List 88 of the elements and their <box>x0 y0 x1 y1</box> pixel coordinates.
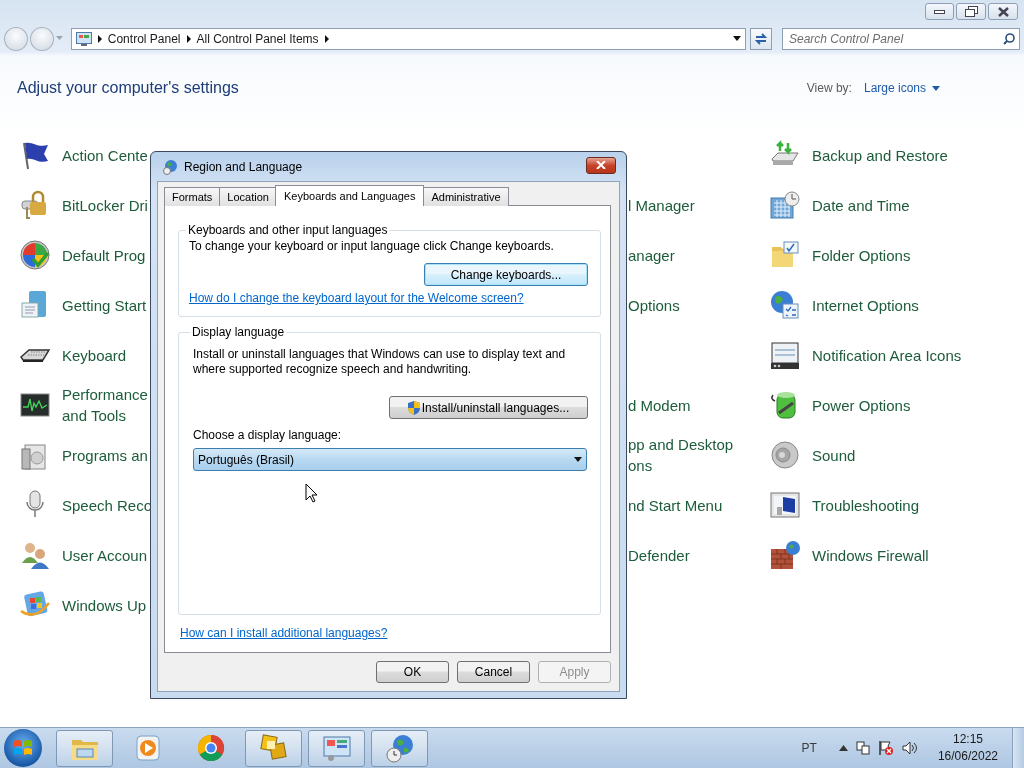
minimize-button[interactable] <box>925 3 954 20</box>
address-bar[interactable]: Control Panel All Control Panel Items <box>70 27 747 50</box>
calendar-icon[interactable] <box>768 189 802 221</box>
chevron-icon[interactable] <box>186 34 191 43</box>
search-icon[interactable] <box>1003 32 1015 45</box>
cursor-icon <box>305 483 318 503</box>
applet-link[interactable]: Notification Area Icons <box>812 344 962 366</box>
dialog-button[interactable]: OK <box>376 661 449 683</box>
applet-link[interactable]: Options <box>628 294 680 316</box>
caret-icon[interactable] <box>733 36 742 41</box>
minimize-icon <box>934 9 945 14</box>
taskbar-button[interactable] <box>308 729 365 767</box>
close-button[interactable] <box>988 3 1018 20</box>
applet-link[interactable]: Programs an <box>62 444 148 466</box>
refresh-icon <box>754 31 768 46</box>
applet-link[interactable]: BitLocker Dri <box>62 194 148 216</box>
dialog-button[interactable]: Cancel <box>457 661 530 683</box>
applet-link[interactable]: Windows Firewall <box>812 544 929 566</box>
applet-link[interactable]: pp and Desktop ons <box>628 434 734 476</box>
applet-link[interactable]: d Modem <box>628 394 691 416</box>
caret-icon <box>932 85 940 91</box>
clock[interactable]: 12:15 16/06/2022 <box>937 731 998 765</box>
applet-link[interactable]: User Accoun <box>62 544 148 566</box>
action-button[interactable]: Install/uninstall languages... <box>389 396 588 419</box>
instruction-text: Install or uninstall languages that Windows can use to display text and where supported recognize speech and handwriting. <box>193 347 567 377</box>
brick-wall-icon[interactable] <box>768 539 802 571</box>
maximize-button[interactable] <box>956 3 986 20</box>
group-title: Display language <box>191 325 286 339</box>
shield-icon <box>407 400 420 415</box>
breadcrumb-link[interactable]: Control Panel <box>107 31 181 46</box>
applet-link[interactable]: Windows Up <box>62 594 147 616</box>
globe-icon[interactable] <box>768 289 802 321</box>
field-label: Choose a display language: <box>193 428 343 442</box>
applet-link[interactable]: Keyboard <box>62 344 127 366</box>
control-panel-icon <box>75 31 92 46</box>
search-field[interactable]: Search Control Panel <box>782 27 1020 50</box>
windows-logo-icon <box>13 738 33 758</box>
monitor-icon[interactable] <box>768 489 802 521</box>
taskbar-button[interactable] <box>371 729 428 767</box>
start-button[interactable] <box>4 729 42 767</box>
action-button[interactable]: Change keyboards... <box>424 263 588 286</box>
chevron-icon[interactable] <box>97 34 102 43</box>
applet-link[interactable]: Backup and Restore <box>812 144 948 166</box>
applet-link[interactable]: l Manager <box>628 194 695 216</box>
caret-icon <box>574 457 582 462</box>
close-button[interactable] <box>586 156 616 174</box>
applet-link[interactable]: Internet Options <box>812 294 919 316</box>
breadcrumb-link[interactable]: All Control Panel Items <box>196 31 319 46</box>
group-title: Keyboards and other input languages <box>187 223 389 237</box>
globe-clock-icon <box>383 732 416 764</box>
globe-icon <box>162 158 178 175</box>
tab[interactable]: Keyboards and Languages <box>274 185 425 206</box>
instruction-text: To change your keyboard or input language click Change keyboards. <box>189 239 555 254</box>
tab[interactable]: Administrative <box>423 187 509 206</box>
applet-link[interactable]: nd Start Menu <box>628 494 723 516</box>
applet-link[interactable]: Action Cente <box>62 144 148 166</box>
help-link[interactable]: How can I install additional languages? <box>180 626 388 640</box>
flag-icon[interactable] <box>877 740 894 756</box>
caret-icon[interactable] <box>838 745 848 751</box>
maximize-icon <box>964 6 978 17</box>
applet-link[interactable]: Folder Options <box>812 244 911 266</box>
windows-badge-icon[interactable] <box>18 239 52 271</box>
language-indicator[interactable]: PT <box>801 741 817 755</box>
applet-link[interactable]: Defender <box>628 544 690 566</box>
applet-link[interactable]: Troubleshooting <box>812 494 919 516</box>
refresh-button[interactable] <box>750 27 772 50</box>
taskbar-button[interactable] <box>245 729 302 767</box>
applet-link[interactable]: Power Options <box>812 394 911 416</box>
tray-icon[interactable] <box>768 339 802 371</box>
help-link[interactable]: How do I change the keyboard layout for the Welcome screen? <box>189 291 524 305</box>
chevron-icon[interactable] <box>324 34 329 43</box>
speaker-icon[interactable] <box>901 741 918 755</box>
applet-link[interactable]: Sound <box>812 444 856 466</box>
tab[interactable]: Formats <box>164 187 221 206</box>
applet-link[interactable]: Performance and Tools <box>62 384 148 426</box>
close-icon <box>997 6 1009 17</box>
applet-link[interactable]: Date and Time <box>812 194 910 216</box>
network-icon[interactable] <box>855 741 870 755</box>
applet-link[interactable]: anager <box>628 244 675 266</box>
dialog-title: Region and Language <box>184 159 303 174</box>
view-by-dropdown[interactable]: Large icons <box>863 81 940 95</box>
tab[interactable]: Location <box>219 187 277 206</box>
applet-link[interactable]: Getting Start <box>62 294 147 316</box>
applet-link[interactable]: Default Prog <box>62 244 146 266</box>
view-by-label: View by: <box>806 81 852 95</box>
page-heading: Adjust your computer's settings <box>17 79 239 97</box>
close-icon <box>596 161 606 169</box>
language-dropdown[interactable]: Português (Brasil) <box>193 448 587 471</box>
